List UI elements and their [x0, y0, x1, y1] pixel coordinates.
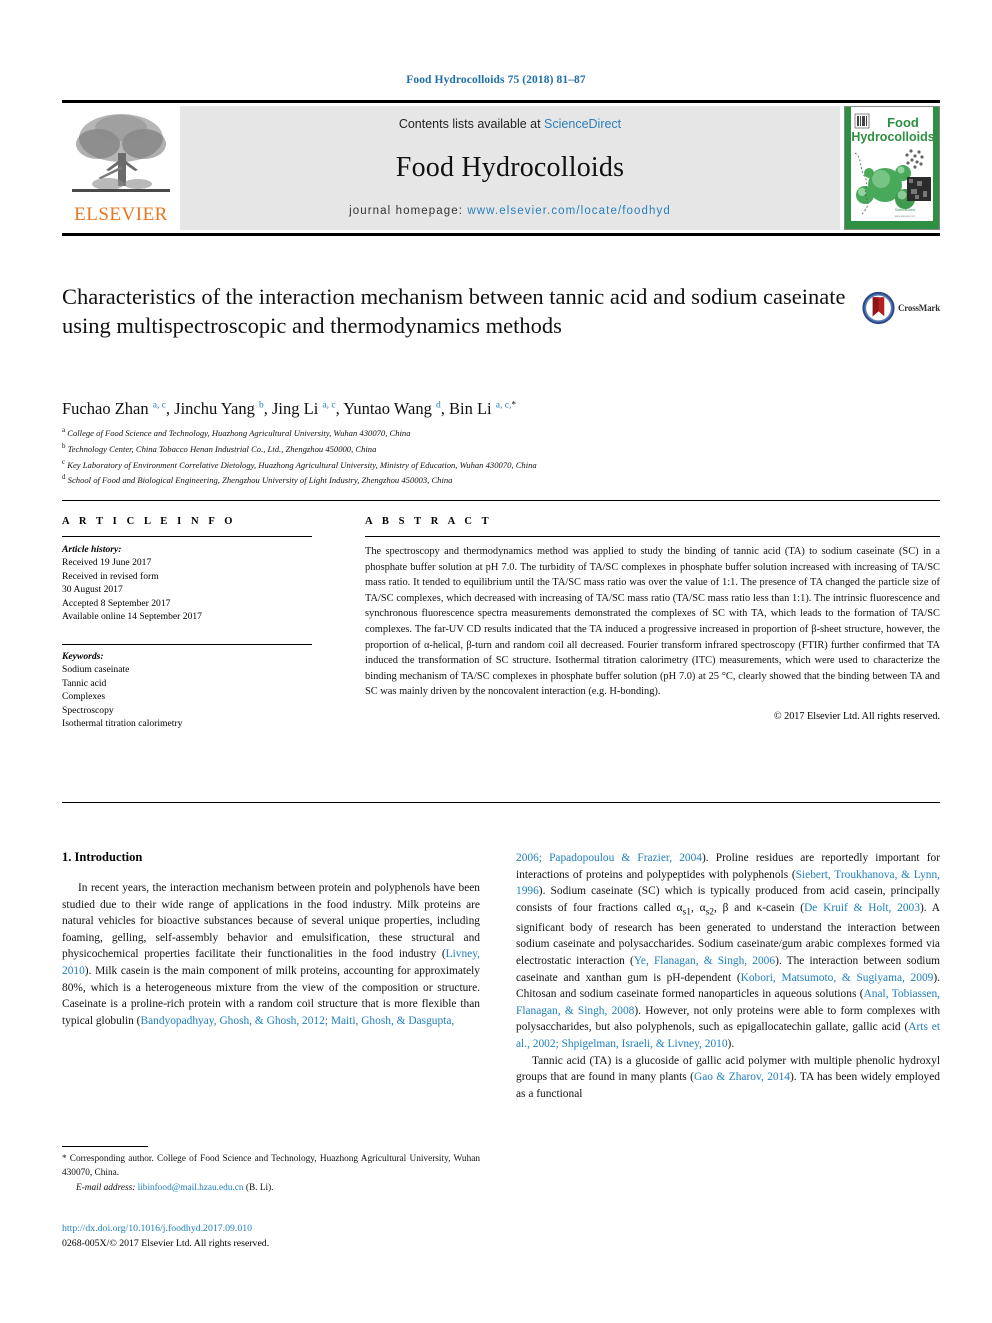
- affiliation-marker-b: b: [62, 441, 66, 450]
- email-link[interactable]: libinfood@mail.hzau.edu.cn: [138, 1183, 244, 1193]
- intro-paragraph-left: In recent years, the interaction mechani…: [62, 882, 480, 1027]
- article-page: Food Hydrocolloids 75 (2018) 81–87 ELSEV…: [0, 0, 992, 1323]
- masthead-center-panel: Contents lists available at ScienceDirec…: [180, 106, 840, 230]
- svg-text:ScienceDirect: ScienceDirect: [895, 208, 915, 212]
- abstract-rule: [365, 536, 940, 537]
- journal-title: Food Hydrocolloids: [395, 152, 625, 183]
- homepage-url-link[interactable]: www.elsevier.com/locate/foodhyd: [467, 205, 671, 217]
- corresponding-author-footnote: * Corresponding author. College of Food …: [62, 1152, 480, 1196]
- affiliation-text-b: Technology Center, China Tobacco Henan I…: [67, 443, 377, 454]
- keyword-item: Sodium caseinate: [62, 664, 130, 676]
- elsevier-logo: ELSEVIER: [62, 106, 180, 230]
- body-left-column: 1. Introduction In recent years, the int…: [62, 850, 480, 1029]
- elsevier-wordmark: ELSEVIER: [74, 204, 168, 225]
- crossmark-label: CrossMark: [897, 303, 940, 313]
- body-right-column: 2006; Papadopoulou & Frazier, 2004). Pro…: [516, 850, 940, 1102]
- article-history-label: Article history:: [62, 544, 122, 555]
- footer-doi-block: http://dx.doi.org/10.1016/j.foodhyd.2017…: [62, 1222, 482, 1251]
- info-section-top-rule: [62, 500, 940, 501]
- email-suffix: (B. Li).: [245, 1183, 274, 1194]
- masthead-top-rule: [62, 100, 940, 103]
- svg-text:Food: Food: [887, 115, 919, 130]
- keyword-item: Tannic acid: [62, 677, 107, 689]
- masthead-bottom-rule: [62, 233, 940, 236]
- history-item: 30 August 2017: [62, 584, 123, 596]
- introduction-heading: 1. Introduction: [62, 850, 143, 864]
- intro-paragraph-right-2: Tannic acid (TA) is a glucoside of galli…: [516, 1054, 940, 1100]
- article-info-column: A R T I C L E I N F O Article history: R…: [62, 516, 312, 731]
- journal-homepage-line: journal homepage: www.elsevier.com/locat…: [349, 205, 671, 217]
- svg-text:Hydrocolloids: Hydrocolloids: [851, 130, 934, 144]
- affiliation-a: a College of Food Science and Technology…: [62, 425, 892, 441]
- footnote-separator-rule: [62, 1146, 148, 1147]
- affiliation-marker-d: d: [62, 473, 66, 482]
- issn-copyright-line: 0268-005X/© 2017 Elsevier Ltd. All right…: [62, 1237, 270, 1249]
- keywords-label: Keywords:: [62, 651, 104, 663]
- article-info-heading: A R T I C L E I N F O: [62, 516, 237, 527]
- elsevier-tree-icon: [72, 114, 170, 192]
- journal-cover-image: Food Hydrocolloids ScienceDirect www.els…: [845, 107, 939, 229]
- affiliation-text-a: College of Food Science and Technology, …: [67, 427, 411, 438]
- affiliation-text-c: Key Laboratory of Environment Correlativ…: [67, 459, 537, 470]
- page-title: Characteristics of the interaction mecha…: [62, 284, 846, 339]
- keyword-item: Complexes: [62, 691, 106, 703]
- abstract-text: The spectroscopy and thermodynamics meth…: [365, 546, 940, 698]
- affiliation-marker-c: c: [62, 457, 66, 466]
- contents-prefix: Contents lists available at: [398, 117, 545, 131]
- history-item: Received in revised form: [62, 570, 159, 582]
- article-info-rule: [62, 536, 312, 537]
- affiliation-list: a College of Food Science and Technology…: [62, 425, 892, 488]
- info-section-bottom-rule: [62, 802, 940, 803]
- contents-available-line: Contents lists available at ScienceDirec…: [399, 117, 621, 131]
- email-label: E-mail address:: [76, 1183, 136, 1194]
- sciencedirect-link[interactable]: ScienceDirect: [544, 117, 621, 131]
- affiliation-text-d: School of Food and Biological Engineerin…: [67, 475, 453, 486]
- abstract-heading: A B S T R A C T: [365, 516, 493, 527]
- history-item: Available online 14 September 2017: [62, 611, 202, 623]
- keyword-item: Spectroscopy: [62, 704, 114, 716]
- crossmark-icon: [862, 291, 895, 325]
- abstract-copyright: © 2017 Elsevier Ltd. All rights reserved…: [773, 711, 940, 723]
- affiliation-marker-a: a: [62, 426, 66, 434]
- title-block: Characteristics of the interaction mecha…: [62, 282, 862, 341]
- homepage-prefix: journal homepage:: [349, 205, 468, 217]
- corresponding-author-text: * Corresponding author. College of Food …: [62, 1153, 480, 1178]
- keywords-rule: [62, 644, 312, 646]
- intro-paragraph-right-1: 2006; Papadopoulou & Frazier, 2004). Pro…: [516, 852, 941, 1051]
- keyword-item: Isothermal titration calorimetry: [62, 718, 183, 730]
- history-item: Accepted 8 September 2017: [62, 597, 171, 609]
- doi-link[interactable]: http://dx.doi.org/10.1016/j.foodhyd.2017…: [62, 1222, 482, 1237]
- crossmark-badge[interactable]: CrossMark: [862, 286, 940, 330]
- svg-text:www.elsevier.com: www.elsevier.com: [895, 214, 916, 218]
- abstract-column: A B S T R A C T The spectroscopy and the…: [365, 516, 940, 722]
- affiliation-d: d School of Food and Biological Engineer…: [62, 472, 892, 488]
- affiliation-b: b Technology Center, China Tobacco Henan…: [62, 441, 892, 457]
- running-head: Food Hydrocolloids 75 (2018) 81–87: [406, 74, 586, 86]
- history-item: Received 19 June 2017: [62, 557, 152, 568]
- journal-masthead: ELSEVIER Contents lists available at Sci…: [62, 100, 940, 236]
- corresponding-email-line: E-mail address: libinfood@mail.hzau.edu.…: [62, 1182, 480, 1196]
- affiliation-c: c Key Laboratory of Environment Correlat…: [62, 457, 892, 473]
- journal-cover-thumbnail: Food Hydrocolloids ScienceDirect www.els…: [844, 106, 940, 230]
- author-list: Fuchao Zhan a, c, Jinchu Yang b, Jing Li…: [62, 399, 517, 418]
